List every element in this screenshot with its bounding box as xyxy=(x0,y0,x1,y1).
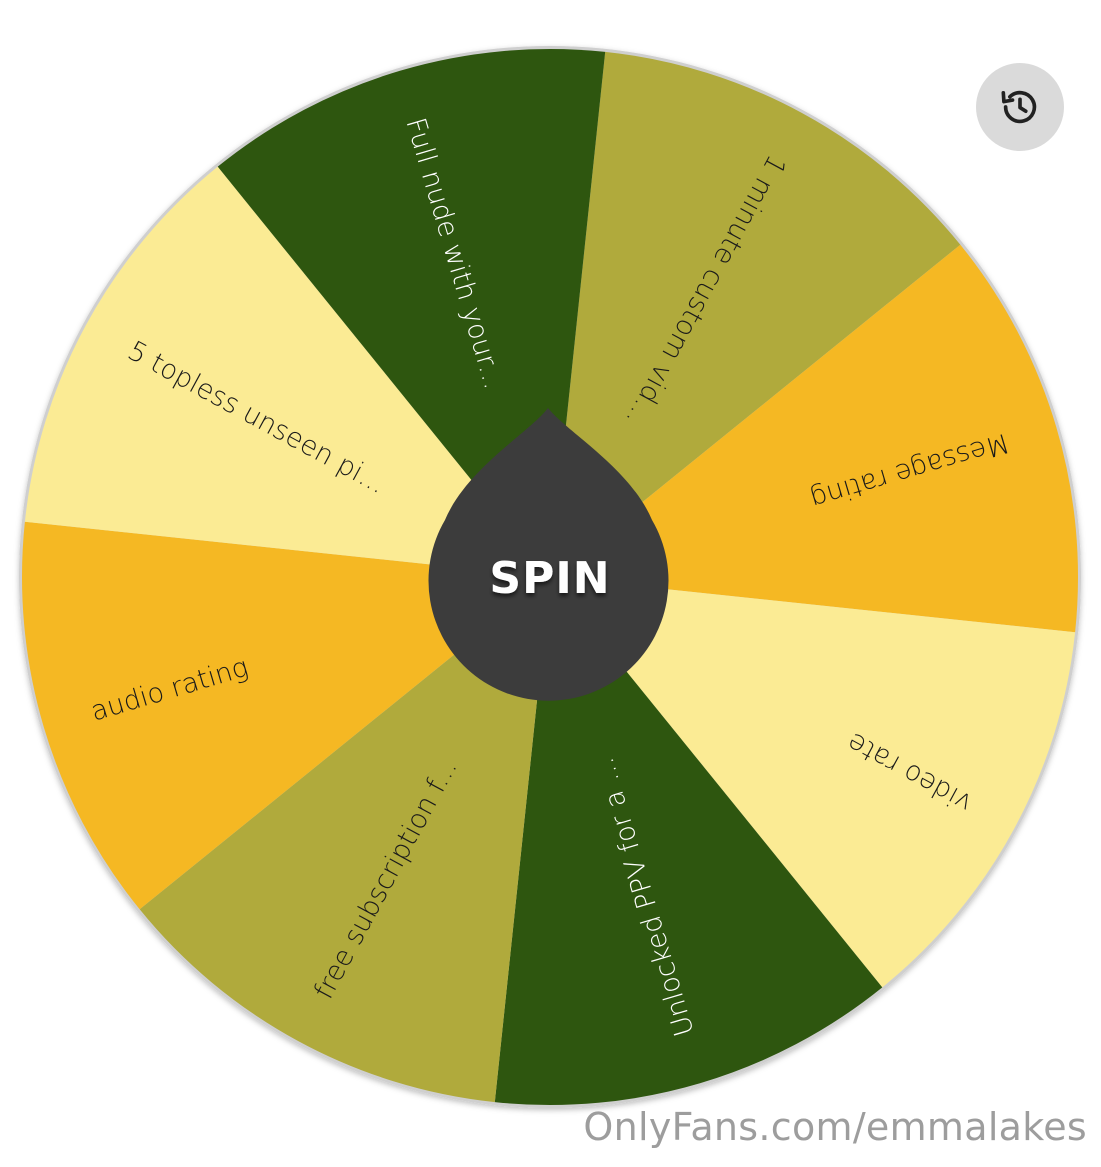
history-button[interactable] xyxy=(976,63,1064,151)
watermark: OnlyFans.com/emmalakes xyxy=(583,1105,1087,1149)
history-icon xyxy=(1001,90,1037,124)
spin-wheel[interactable]: 1 minute custom vid...Message ratingvide… xyxy=(0,0,1101,1167)
spin-label: SPIN xyxy=(489,553,610,604)
